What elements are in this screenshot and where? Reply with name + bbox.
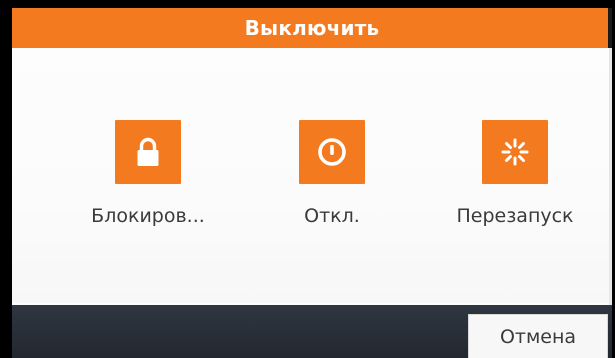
- lock-option[interactable]: Блокиров...: [58, 120, 238, 227]
- power-icon: [318, 138, 346, 166]
- restart-icon: [501, 138, 529, 166]
- power-off-option[interactable]: Откл.: [242, 120, 422, 227]
- dialog-title-bar: Выключить: [12, 8, 612, 48]
- dialog-footer: Отмена: [12, 305, 612, 358]
- restart-label: Перезапуск: [456, 205, 574, 227]
- dialog-content: Блокиров... Откл. Перезапуск: [12, 48, 612, 303]
- title-bar-edge: [608, 8, 612, 48]
- cancel-button[interactable]: Отмена: [468, 314, 608, 358]
- restart-option[interactable]: Перезапуск: [425, 120, 605, 227]
- power-off-tile[interactable]: [299, 120, 365, 184]
- dialog-title: Выключить: [244, 16, 380, 40]
- lock-tile[interactable]: [115, 120, 181, 184]
- dialog-right-edge: [609, 48, 612, 305]
- lock-label: Блокиров...: [91, 205, 205, 227]
- restart-tile[interactable]: [482, 120, 548, 184]
- lock-icon: [137, 137, 159, 166]
- power-dialog: Выключить Блокиров... Откл. Перезапуск О…: [12, 8, 612, 358]
- power-off-label: Откл.: [304, 205, 360, 227]
